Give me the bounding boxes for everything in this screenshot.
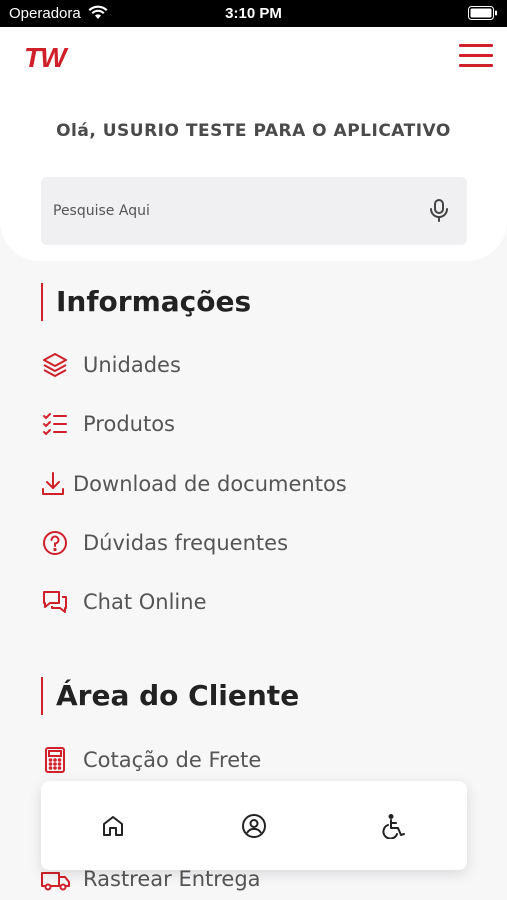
menu-item-chat[interactable]: Chat Online [41, 586, 207, 618]
download-icon [41, 469, 71, 499]
accessibility-icon[interactable] [380, 811, 410, 841]
menu-item-unidades[interactable]: Unidades [41, 349, 181, 381]
menu-item-label: Download de documentos [73, 472, 347, 496]
battery-icon [468, 6, 498, 26]
menu-line [459, 54, 493, 57]
menu-item-label: Dúvidas frequentes [83, 531, 289, 555]
clock: 3:10 PM [225, 5, 282, 22]
layers-icon [41, 350, 71, 380]
user-circle-icon[interactable] [239, 811, 269, 841]
hamburger-menu-button[interactable] [459, 44, 493, 70]
menu-item-produtos[interactable]: Produtos [41, 408, 175, 440]
greeting-text: Olá, USURIO TESTE PARA O APLICATIVO [56, 121, 451, 141]
menu-item-label: Rastrear Entrega [83, 867, 261, 891]
menu-item-label: Produtos [83, 412, 175, 436]
menu-item-label: Unidades [83, 353, 181, 377]
bottom-navigation [41, 781, 467, 870]
home-icon[interactable] [98, 811, 128, 841]
search-bar[interactable] [41, 177, 467, 245]
menu-item-label: Chat Online [83, 590, 207, 614]
microphone-icon[interactable] [428, 198, 450, 228]
section-title-area-cliente: Área do Cliente [41, 677, 299, 715]
menu-item-cotacao[interactable]: Cotação de Frete [41, 744, 261, 776]
calculator-icon [41, 745, 71, 775]
menu-item-duvidas[interactable]: Dúvidas frequentes [41, 527, 288, 559]
menu-line [459, 44, 493, 47]
checklist-icon [41, 409, 71, 439]
question-icon [41, 528, 71, 558]
menu-line [459, 64, 493, 67]
section-title-informacoes: Informações [41, 283, 251, 321]
brand-logo[interactable]: TW [24, 42, 67, 74]
chat-icon [41, 587, 71, 617]
menu-item-download[interactable]: Download de documentos [41, 468, 347, 500]
search-input[interactable] [53, 199, 413, 223]
status-bar: Operadora 3:10 PM [0, 0, 507, 27]
menu-item-label: Cotação de Frete [83, 748, 262, 772]
